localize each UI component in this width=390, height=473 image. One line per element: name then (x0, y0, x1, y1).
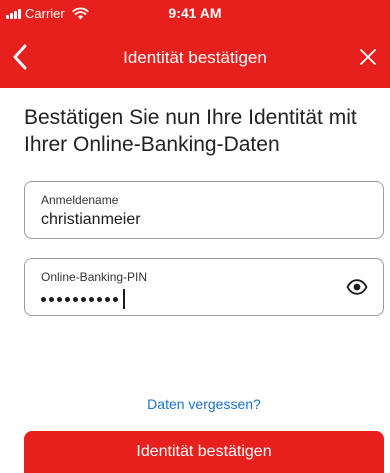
confirm-identity-button[interactable]: Identität bestätigen (24, 431, 384, 473)
show-pin-button[interactable] (345, 277, 369, 297)
eye-icon (346, 279, 368, 295)
pin-mask-dot (105, 296, 110, 302)
pin-mask-dot (57, 296, 62, 302)
pin-mask-dot (97, 296, 102, 302)
pin-mask-dot (41, 296, 46, 302)
back-button[interactable] (6, 41, 34, 73)
pin-input[interactable] (41, 289, 125, 309)
pin-mask-dot (49, 296, 54, 302)
username-label: Anmeldename (41, 193, 119, 207)
pin-label: Online-Banking-PIN (41, 270, 148, 284)
close-icon (360, 49, 376, 65)
username-input[interactable] (41, 211, 341, 229)
pin-mask-dot (89, 296, 94, 302)
pin-mask-dot (73, 296, 78, 302)
pin-mask-dot (113, 296, 118, 302)
username-field[interactable]: Anmeldename (24, 181, 384, 239)
chevron-left-icon (13, 44, 27, 70)
pin-mask-dot (65, 296, 70, 302)
status-time: 9:41 AM (168, 5, 222, 21)
page-heading: Bestätigen Sie nun Ihre Identität mit Ih… (24, 106, 357, 156)
close-button[interactable] (354, 43, 382, 71)
pin-mask-dot (81, 296, 86, 302)
pin-field[interactable]: Online-Banking-PIN (24, 258, 384, 316)
nav-bar: Identität bestätigen (0, 27, 390, 88)
forgot-data-link[interactable]: Daten vergessen? (0, 396, 390, 412)
nav-title: Identität bestätigen (123, 48, 267, 67)
text-caret (123, 289, 125, 309)
status-bar: Carrier 9:41 AM (0, 0, 390, 27)
app-screen: Carrier 9:41 AM Identität bestätigen Bes… (0, 0, 390, 473)
